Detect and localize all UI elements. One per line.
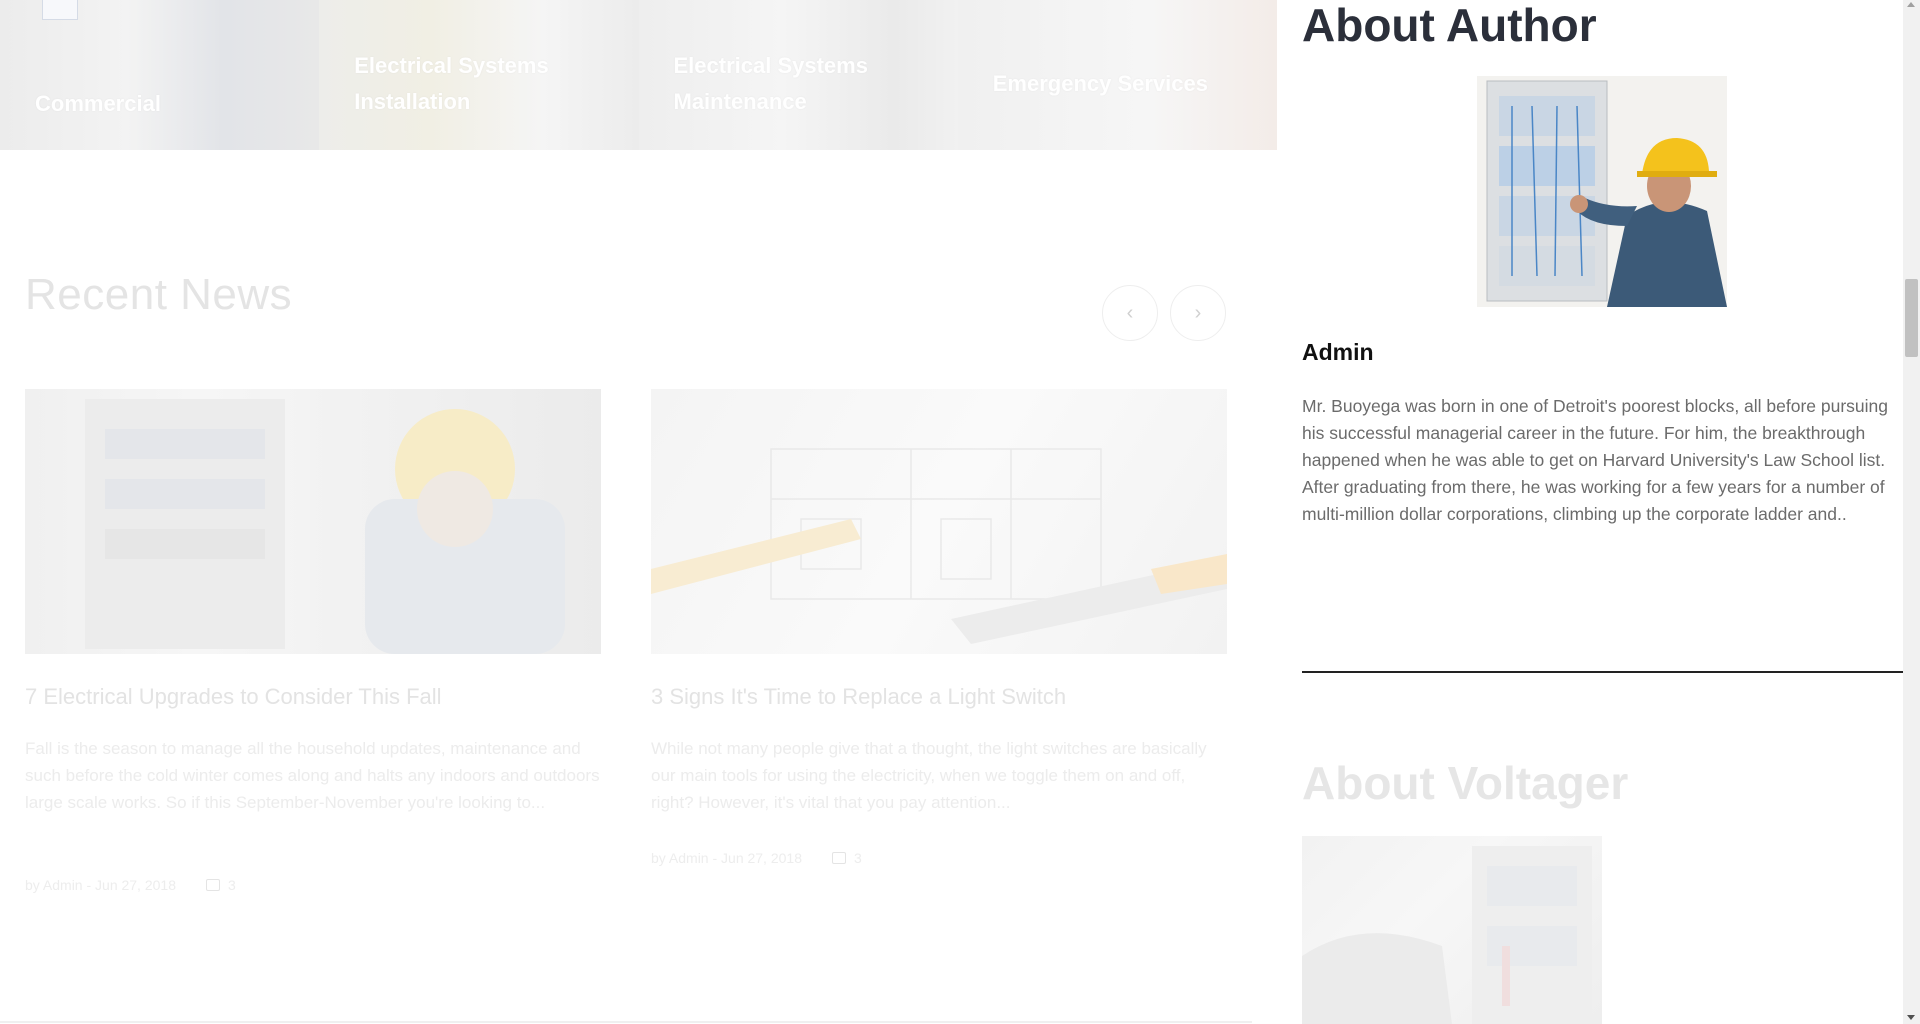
carousel-prev-button[interactable]: ‹ [1102, 285, 1158, 341]
news-card-image[interactable] [25, 389, 601, 654]
chevron-right-icon: › [1194, 301, 1202, 324]
sidebar-divider [1302, 671, 1903, 673]
news-card-image[interactable] [651, 389, 1227, 654]
service-image [0, 0, 320, 150]
author-name: Admin [1302, 339, 1374, 365]
news-card-excerpt: While not many people give that a though… [651, 739, 1207, 812]
services-strip: Commercial Electrical Systems Installati… [0, 0, 1277, 150]
decorative-box [42, 0, 78, 20]
author-bio: Mr. Buoyega was born in one of Detroit's… [1302, 396, 1889, 524]
service-label: Commercial [35, 91, 161, 116]
news-card-meta: by Admin - Jun 27, 2018 3 [651, 850, 862, 866]
sidebar: About Author Admin Mr. Buoyega was born … [1302, 0, 1903, 1024]
electrician-panel-illustration [85, 399, 565, 654]
service-label: Emergency Services [992, 71, 1209, 96]
service-tile-emergency[interactable]: Emergency Services [957, 0, 1277, 150]
electrician-photo-illustration [1477, 76, 1727, 307]
service-tile-commercial[interactable]: Commercial [0, 0, 320, 150]
main-content: Commercial Electrical Systems Installati… [0, 0, 1277, 1024]
news-card-meta: by Admin - Jun 27, 2018 3 [25, 877, 236, 893]
recent-news-heading: Recent News [25, 270, 293, 319]
about-company-heading: About Voltager [1302, 757, 1629, 809]
service-label: Electrical Systems Maintenance [673, 53, 868, 114]
blueprint-tools-illustration [651, 448, 1227, 644]
comment-count[interactable]: 3 [854, 850, 862, 866]
about-company-image [1302, 836, 1602, 1024]
news-card: 7 Electrical Upgrades to Consider This F… [25, 389, 601, 893]
scroll-up-arrow-icon[interactable] [1907, 2, 1915, 7]
service-tile-installation[interactable]: Electrical Systems Installation [319, 0, 639, 150]
comment-icon [206, 879, 220, 891]
author-photo [1477, 76, 1727, 307]
news-card-byline[interactable]: by Admin - Jun 27, 2018 [25, 877, 176, 893]
service-label: Electrical Systems Installation [354, 53, 549, 114]
news-card-title[interactable]: 3 Signs It's Time to Replace a Light Swi… [651, 684, 1066, 710]
news-card-title[interactable]: 7 Electrical Upgrades to Consider This F… [25, 684, 442, 710]
news-card: 3 Signs It's Time to Replace a Light Swi… [651, 389, 1227, 866]
scrollbar-thumb[interactable] [1905, 279, 1918, 357]
technician-illustration [1302, 846, 1592, 1024]
service-tile-maintenance[interactable]: Electrical Systems Maintenance [638, 0, 958, 150]
scroll-down-arrow-icon[interactable] [1907, 1015, 1915, 1020]
carousel-next-button[interactable]: › [1170, 285, 1226, 341]
footer-divider [0, 1021, 1252, 1023]
comment-count[interactable]: 3 [228, 877, 236, 893]
news-card-excerpt: Fall is the season to manage all the hou… [25, 739, 600, 812]
chevron-left-icon: ‹ [1126, 301, 1134, 324]
comment-icon [832, 852, 846, 864]
about-author-heading: About Author [1302, 0, 1597, 51]
page-scrollbar[interactable] [1903, 0, 1920, 1024]
news-card-byline[interactable]: by Admin - Jun 27, 2018 [651, 850, 802, 866]
